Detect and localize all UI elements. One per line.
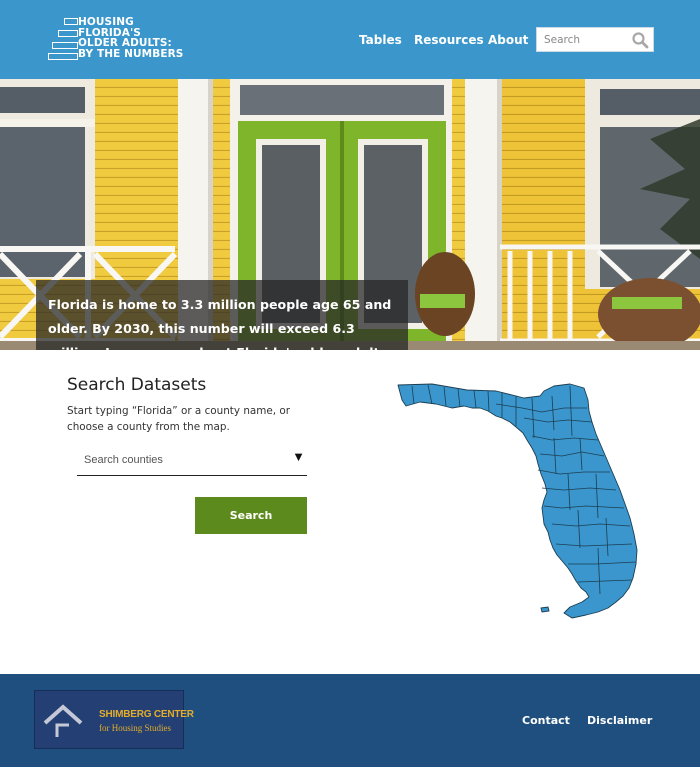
county-select-placeholder: Search counties [84, 454, 163, 466]
stacked-bars-logo-icon [48, 17, 78, 63]
site-header: HOUSING FLORIDA'S OLDER ADULTS: BY THE N… [0, 0, 700, 79]
footer-logo-line1: SHIMBERG CENTER [99, 709, 194, 720]
footer-link-disclaimer[interactable]: Disclaimer [587, 714, 652, 727]
site-footer: SHIMBERG CENTER for Housing Studies Cont… [0, 674, 700, 767]
hero-caption-text: Florida is home to 3.3 million people ag… [48, 297, 392, 350]
search-input[interactable] [537, 28, 636, 51]
florida-state-shape[interactable] [397, 383, 638, 619]
search-icon[interactable] [631, 31, 649, 49]
footer-logo-line2: for Housing Studies [99, 723, 171, 733]
search-datasets-title: Search Datasets [67, 375, 207, 395]
logo-text: HOUSING FLORIDA'S OLDER ADULTS: BY THE N… [78, 17, 183, 59]
nav-resources[interactable]: Resources [414, 33, 484, 47]
site-logo[interactable]: HOUSING FLORIDA'S OLDER ADULTS: BY THE N… [48, 17, 183, 63]
logo-line: BY THE NUMBERS [78, 47, 184, 60]
logo-line: HOUSING [78, 16, 134, 28]
hero-banner: Florida is home to 3.3 million people ag… [0, 79, 700, 350]
search-datasets-help: Start typing “Florida” or a county name,… [67, 405, 291, 433]
house-roof-logo-icon [43, 704, 83, 737]
county-select[interactable]: Search counties ▼ [77, 447, 307, 476]
chevron-down-icon: ▼ [292, 449, 305, 464]
nav-about[interactable]: About [488, 33, 528, 47]
florida-key-islet [540, 606, 550, 613]
nav-tables[interactable]: Tables [359, 33, 402, 47]
hero-caption: Florida is home to 3.3 million people ag… [36, 280, 408, 350]
site-search [536, 27, 654, 52]
shimberg-center-logo[interactable]: SHIMBERG CENTER for Housing Studies [34, 690, 194, 749]
florida-county-map[interactable] [392, 378, 642, 622]
footer-link-contact[interactable]: Contact [522, 714, 570, 727]
search-button[interactable]: Search [195, 497, 307, 534]
